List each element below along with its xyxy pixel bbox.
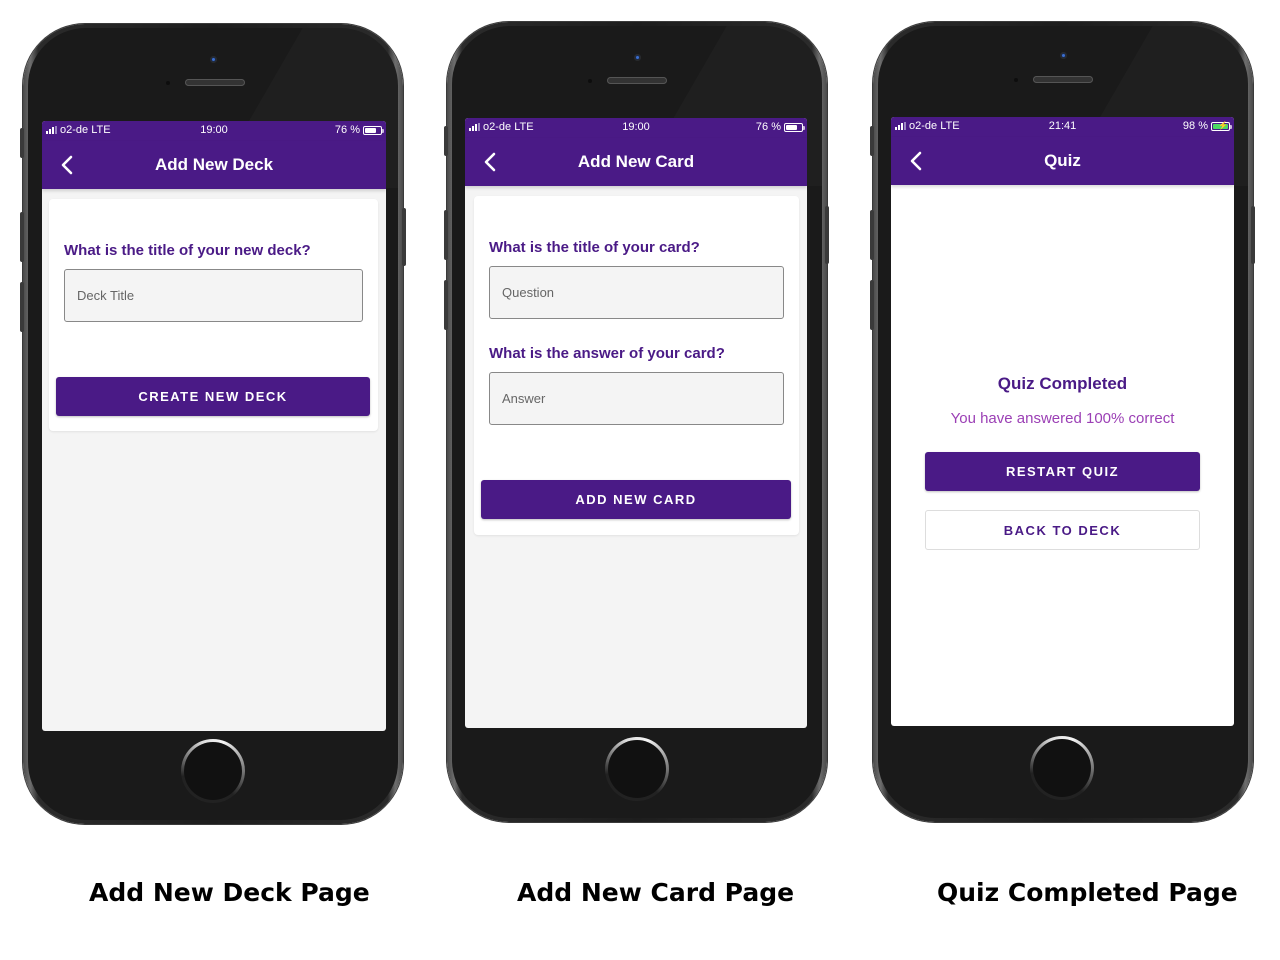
deck-title-placeholder: Deck Title bbox=[77, 288, 135, 303]
battery-icon bbox=[363, 125, 384, 135]
status-bar: o2-de LTE 19:00 76 % bbox=[42, 121, 386, 141]
add-new-card-button[interactable]: ADD NEW CARD bbox=[481, 480, 791, 519]
status-bar: o2-de LTE 19:00 76 % bbox=[465, 118, 807, 138]
volume-down-button bbox=[870, 280, 874, 330]
caption-add-deck: Add New Deck Page bbox=[89, 878, 370, 907]
front-camera bbox=[634, 54, 641, 61]
proximity-sensor bbox=[588, 79, 592, 83]
home-button[interactable] bbox=[181, 739, 245, 803]
create-new-deck-button[interactable]: CREATE NEW DECK bbox=[56, 377, 370, 416]
form-card: What is the title of your card? Question… bbox=[474, 196, 799, 535]
front-camera bbox=[1060, 52, 1067, 59]
mute-switch bbox=[870, 126, 874, 156]
volume-up-button bbox=[20, 212, 24, 262]
card-question-input[interactable]: Question bbox=[489, 266, 784, 319]
battery-icon bbox=[784, 122, 805, 132]
deck-title-label: What is the title of your new deck? bbox=[64, 242, 311, 259]
earpiece-speaker bbox=[1033, 76, 1093, 83]
deck-title-input[interactable]: Deck Title bbox=[64, 269, 363, 322]
status-bar: o2-de LTE 21:41 98 % ⚡ bbox=[891, 117, 1234, 137]
power-button bbox=[1251, 206, 1255, 264]
nav-bar: Add New Card bbox=[465, 138, 807, 186]
proximity-sensor bbox=[166, 81, 170, 85]
back-to-deck-button[interactable]: BACK TO DECK bbox=[925, 510, 1200, 550]
battery-percent: 76 % bbox=[755, 121, 781, 133]
card-answer-input[interactable]: Answer bbox=[489, 372, 784, 425]
page-title: Add New Card bbox=[577, 152, 695, 171]
caption-add-card: Add New Card Page bbox=[517, 878, 795, 907]
card-answer-label: What is the answer of your card? bbox=[489, 345, 725, 362]
quiz-score-message: You have answered 100% correct bbox=[950, 410, 1175, 427]
page-title: Add New Deck bbox=[154, 155, 274, 174]
volume-up-button bbox=[870, 210, 874, 260]
screen-add-card: o2-de LTE 19:00 76 % Add New Card What i… bbox=[465, 118, 807, 728]
battery-percent: 98 % bbox=[1182, 120, 1208, 132]
home-button[interactable] bbox=[605, 737, 669, 801]
caption-quiz-completed: Quiz Completed Page bbox=[937, 878, 1238, 907]
home-button[interactable] bbox=[1030, 736, 1094, 800]
card-question-label: What is the title of your card? bbox=[489, 239, 700, 256]
nav-bar: Add New Deck bbox=[42, 141, 386, 189]
quiz-completed-heading: Quiz Completed bbox=[997, 374, 1128, 393]
volume-down-button bbox=[20, 282, 24, 332]
mute-switch bbox=[20, 128, 24, 158]
volume-down-button bbox=[444, 280, 448, 330]
form-card: What is the title of your new deck? Deck… bbox=[49, 199, 378, 431]
card-question-placeholder: Question bbox=[502, 285, 555, 300]
power-button bbox=[825, 206, 829, 264]
nav-bar: Quiz bbox=[891, 137, 1234, 185]
restart-quiz-button[interactable]: RESTART QUIZ bbox=[925, 452, 1200, 491]
screen-quiz-completed: o2-de LTE 21:41 98 % ⚡ Quiz Quiz Complet… bbox=[891, 117, 1234, 726]
front-camera bbox=[210, 56, 217, 63]
card-answer-placeholder: Answer bbox=[502, 391, 546, 406]
proximity-sensor bbox=[1014, 78, 1018, 82]
earpiece-speaker bbox=[607, 77, 667, 84]
mute-switch bbox=[444, 126, 448, 156]
screen-add-deck: o2-de LTE 19:00 76 % Add New Deck What i… bbox=[42, 121, 386, 731]
power-button bbox=[402, 208, 406, 266]
page-title: Quiz bbox=[1044, 151, 1081, 170]
volume-up-button bbox=[444, 210, 448, 260]
earpiece-speaker bbox=[185, 79, 245, 86]
battery-percent: 76 % bbox=[334, 124, 360, 136]
battery-charging-icon: ⚡ bbox=[1211, 120, 1232, 131]
lightning-bolt-icon: ⚡ bbox=[1218, 120, 1228, 130]
